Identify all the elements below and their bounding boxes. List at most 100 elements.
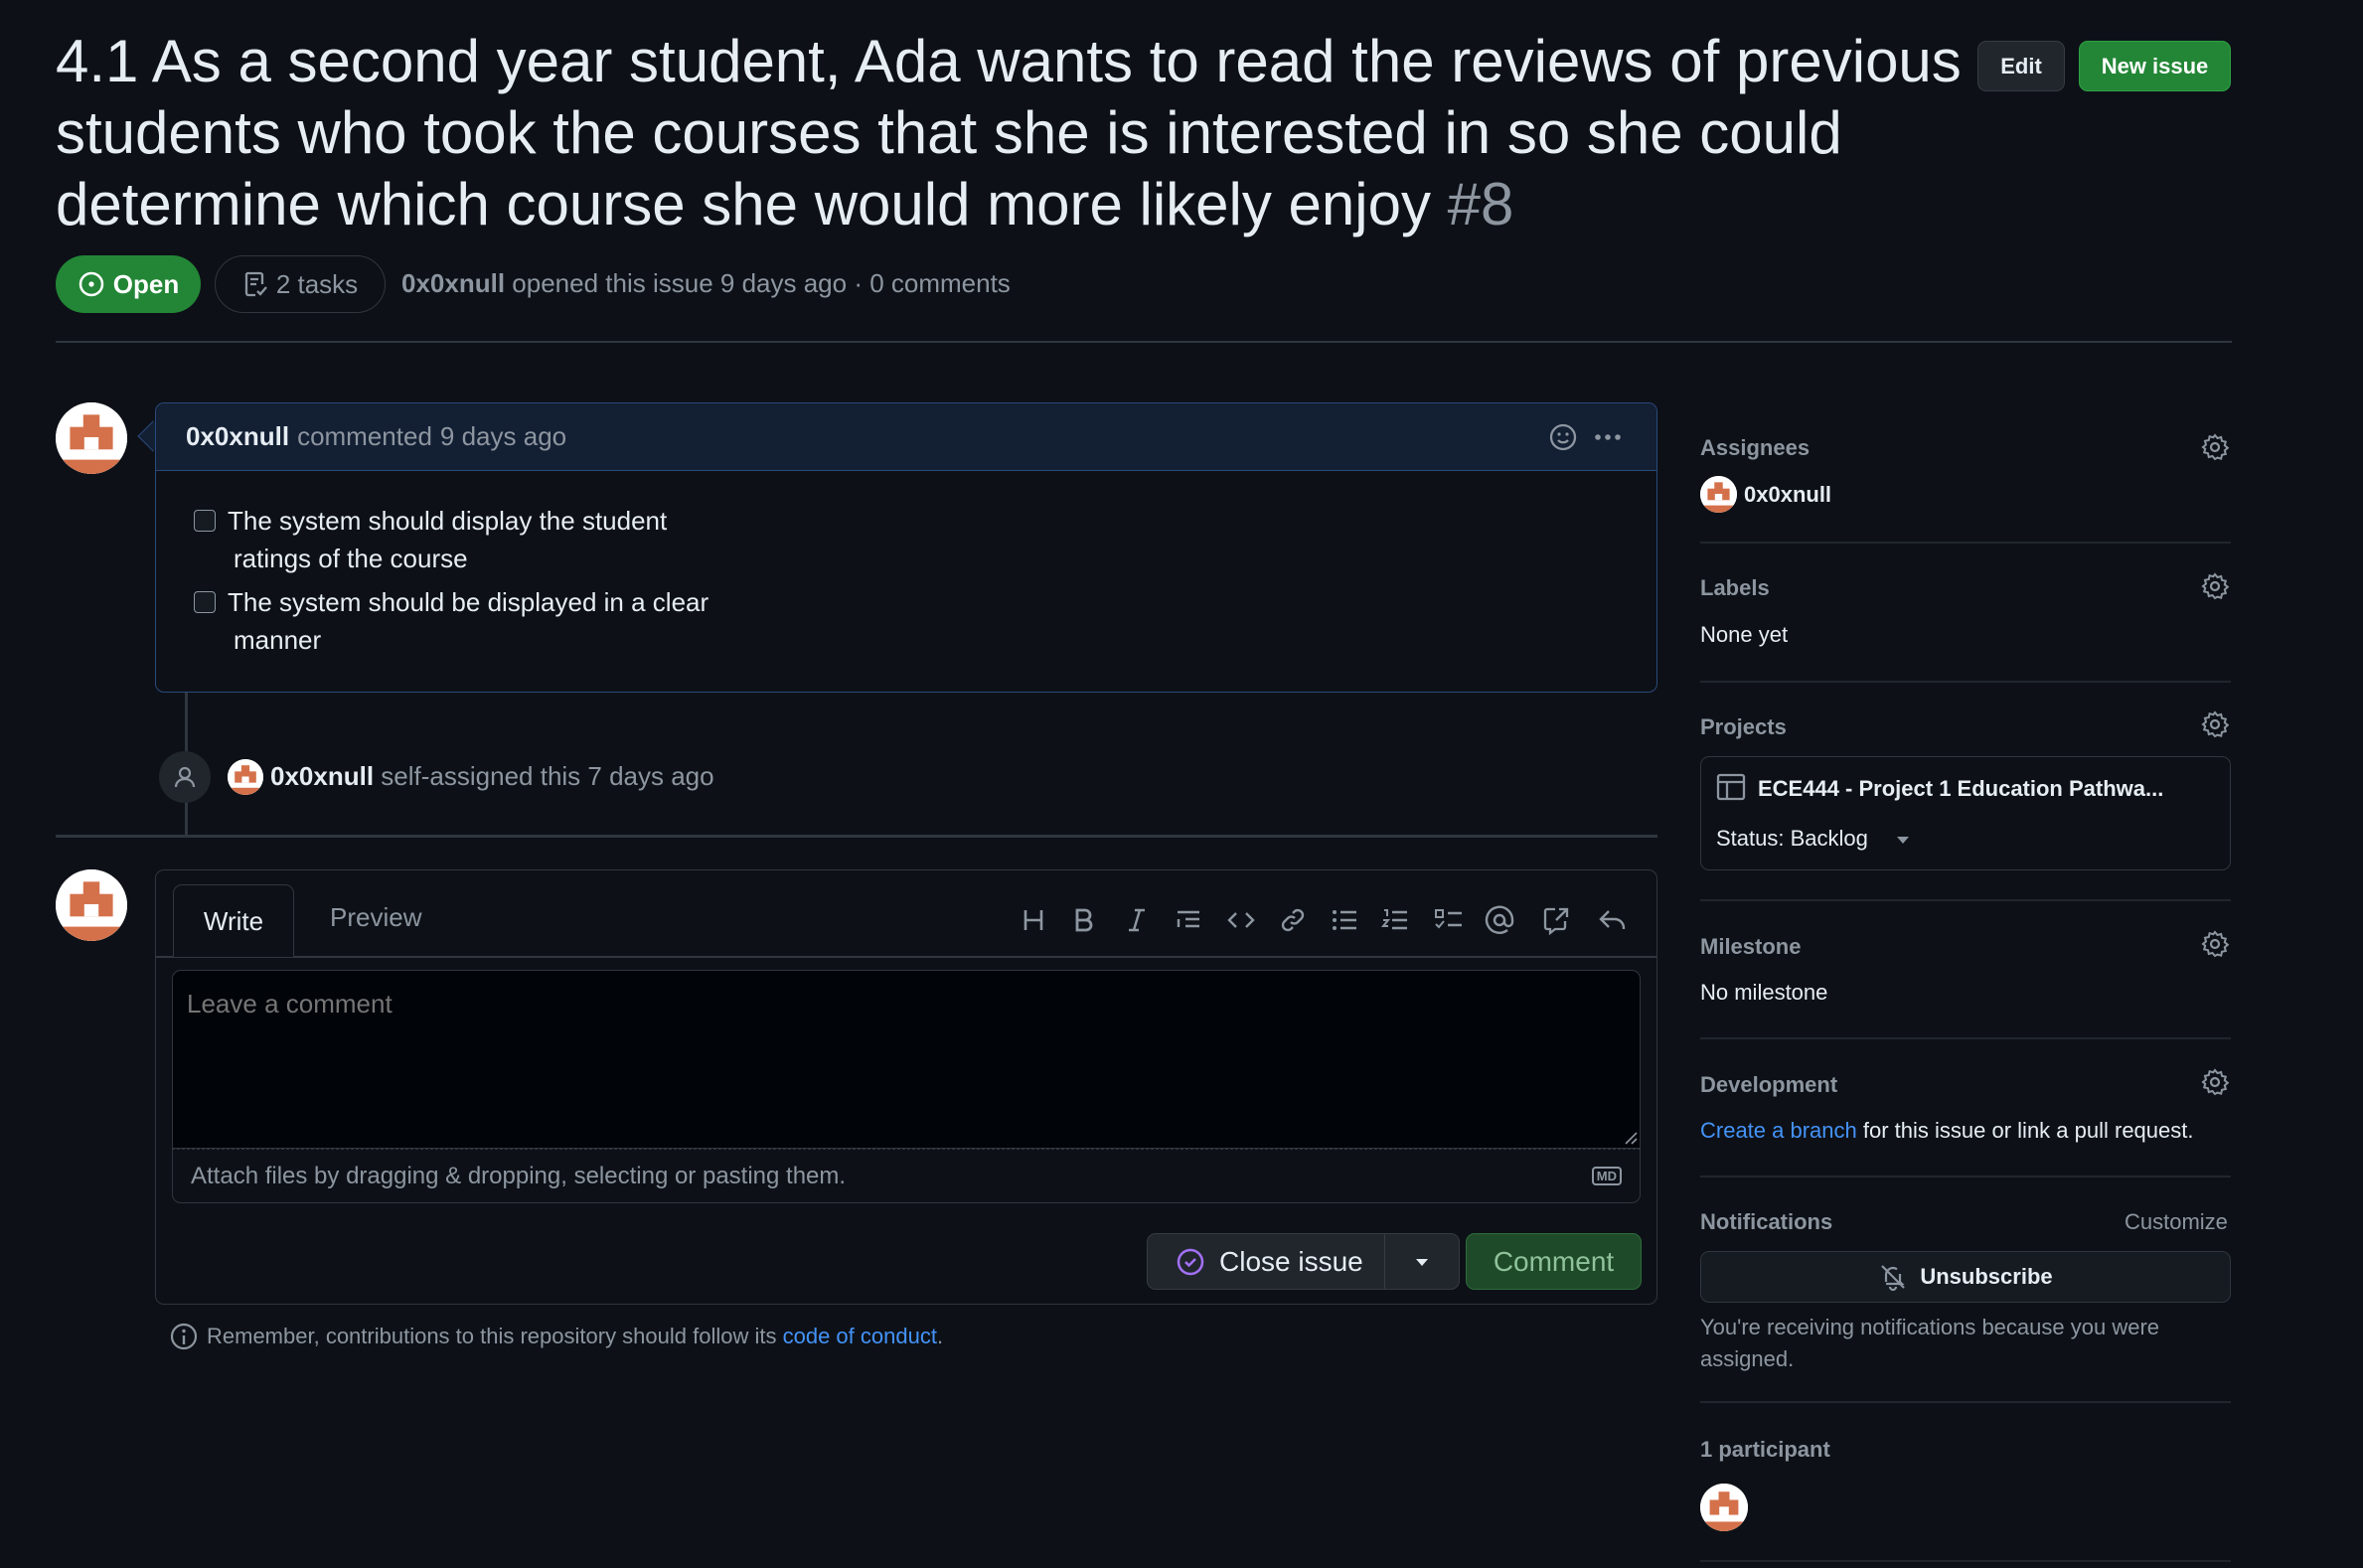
project-name[interactable]: ECE444 - Project 1 Education Pathwa...: [1758, 776, 2163, 802]
task-text-line1: The system should be displayed in a clea…: [228, 587, 709, 617]
projects-heading: Projects: [1700, 714, 1787, 739]
task-checkbox[interactable]: [194, 510, 216, 532]
issue-title: 4.1 As a second year student, Ada wants …: [56, 26, 1973, 240]
heading-icon[interactable]: [1016, 902, 1051, 938]
sidebar-divider: [1700, 1037, 2231, 1039]
comment-box: 0x0xnull commented 9 days ago The system…: [155, 402, 1657, 693]
contribution-reminder: Remember, contributions to this reposito…: [169, 1322, 943, 1351]
development-gear-icon[interactable]: [2200, 1067, 2230, 1097]
code-of-conduct-link[interactable]: code of conduct: [783, 1324, 937, 1348]
task-text-line1: The system should display the student: [228, 506, 668, 536]
development-description: for this issue or link a pull request.: [1862, 1118, 2194, 1143]
quote-icon[interactable]: [1171, 902, 1206, 938]
current-user-avatar[interactable]: [56, 869, 127, 941]
milestone-value: No milestone: [1700, 980, 1828, 1005]
sidebar-divider: [1700, 681, 2231, 683]
editor-tabs-divider: [155, 956, 1657, 958]
issue-state-label: Open: [112, 268, 180, 299]
tasks-count: 2 tasks: [275, 268, 359, 299]
notification-reason-line2: assigned.: [1700, 1346, 1795, 1371]
cross-reference-icon[interactable]: [1538, 902, 1574, 938]
attach-files-bar[interactable]: Attach files by dragging & dropping, sel…: [172, 1149, 1641, 1203]
link-icon[interactable]: [1275, 902, 1311, 938]
issue-state-badge: Open: [56, 255, 201, 313]
assignee-name[interactable]: 0x0xnull: [1744, 482, 1831, 508]
comment-header: 0x0xnull commented 9 days ago: [156, 403, 1656, 471]
labels-gear-icon[interactable]: [2200, 571, 2230, 601]
comment-textarea[interactable]: [172, 970, 1641, 1149]
unsubscribe-label: Unsubscribe: [1920, 1264, 2053, 1289]
issue-meta-text: opened this issue 9 days ago · 0 comment…: [512, 268, 1011, 298]
assignee-avatar[interactable]: [1700, 476, 1737, 513]
tasks-pill[interactable]: 2 tasks: [215, 255, 386, 313]
close-issue-label: Close issue: [1219, 1245, 1363, 1277]
italic-icon[interactable]: [1119, 902, 1155, 938]
participant-avatar[interactable]: [1700, 1484, 1748, 1531]
issue-open-icon: [78, 270, 105, 298]
milestone-gear-icon[interactable]: [2200, 929, 2230, 959]
markdown-icon[interactable]: MD: [1591, 1167, 1622, 1185]
check-circle-icon: [1176, 1247, 1205, 1277]
comment-time[interactable]: 9 days ago: [440, 421, 566, 452]
status-dropdown-icon[interactable]: [1895, 835, 1911, 845]
notification-reason: You're receiving notifications because y…: [1700, 1312, 2159, 1375]
development-text: Create a branch for this issue or link a…: [1700, 1118, 2194, 1144]
sidebar-divider: [1700, 1176, 2231, 1177]
event-description: self-assigned this 7 days ago: [381, 761, 714, 791]
task-item: The system should display the student ra…: [194, 502, 750, 577]
development-heading: Development: [1700, 1072, 1838, 1097]
tab-write[interactable]: Write: [173, 884, 294, 957]
customize-link[interactable]: Customize: [2125, 1209, 2228, 1235]
header-divider: [56, 341, 2232, 343]
labels-value: None yet: [1700, 622, 1789, 647]
unordered-list-icon[interactable]: [1327, 902, 1362, 938]
remember-period: .: [936, 1324, 944, 1348]
task-checkbox[interactable]: [194, 591, 216, 613]
task-item: The system should be displayed in a clea…: [194, 583, 750, 659]
unsubscribe-button[interactable]: Unsubscribe: [1700, 1251, 2231, 1303]
smiley-icon[interactable]: [1547, 421, 1579, 453]
event-text: 0x0xnull self-assigned this 7 days ago: [270, 761, 714, 792]
code-icon[interactable]: [1223, 902, 1259, 938]
kebab-menu-icon[interactable]: [1592, 421, 1624, 453]
comment-submit-button[interactable]: Comment: [1466, 1233, 1642, 1290]
task-text-line2: ratings of the course: [234, 544, 468, 573]
issue-author-link[interactable]: 0x0xnull: [401, 268, 505, 298]
sidebar-divider: [1700, 899, 2231, 901]
create-branch-link[interactable]: Create a branch: [1700, 1118, 1857, 1143]
project-card[interactable]: [1700, 756, 2231, 870]
person-icon: [159, 751, 211, 803]
remember-text: Remember, contributions to this reposito…: [207, 1324, 777, 1348]
event-actor-avatar[interactable]: [228, 759, 263, 795]
triangle-down-icon: [1414, 1257, 1430, 1267]
resize-handle-icon[interactable]: [1624, 1131, 1638, 1145]
notifications-heading: Notifications: [1700, 1209, 1833, 1234]
mention-icon[interactable]: [1482, 902, 1517, 938]
issue-number: #8: [1447, 171, 1514, 237]
event-actor[interactable]: 0x0xnull: [270, 761, 374, 791]
reply-icon[interactable]: [1595, 902, 1631, 938]
labels-heading: Labels: [1700, 575, 1770, 600]
ordered-list-icon[interactable]: [1377, 902, 1413, 938]
attach-files-text: Attach files by dragging & dropping, sel…: [191, 1162, 847, 1189]
checklist-icon: [242, 270, 268, 298]
projects-gear-icon[interactable]: [2200, 709, 2230, 739]
task-text-line2: manner: [234, 625, 322, 655]
task-list-icon[interactable]: [1431, 902, 1467, 938]
close-issue-dropdown[interactable]: [1385, 1234, 1459, 1289]
edit-button[interactable]: Edit: [1977, 41, 2065, 91]
participants-heading: 1 participant: [1700, 1437, 1830, 1462]
bold-icon[interactable]: [1066, 902, 1102, 938]
new-issue-button[interactable]: New issue: [2079, 41, 2231, 91]
comment-author[interactable]: 0x0xnull: [186, 421, 289, 452]
project-status[interactable]: Status: Backlog: [1716, 826, 1868, 852]
comment-author-avatar[interactable]: [56, 402, 127, 474]
close-issue-main[interactable]: Close issue: [1148, 1234, 1385, 1289]
assignees-gear-icon[interactable]: [2200, 432, 2230, 462]
bell-slash-icon: [1878, 1262, 1908, 1292]
close-issue-button[interactable]: Close issue: [1147, 1233, 1460, 1290]
tab-preview[interactable]: Preview: [330, 902, 421, 933]
table-icon: [1716, 772, 1746, 802]
info-icon: [169, 1322, 199, 1351]
milestone-heading: Milestone: [1700, 934, 1802, 959]
